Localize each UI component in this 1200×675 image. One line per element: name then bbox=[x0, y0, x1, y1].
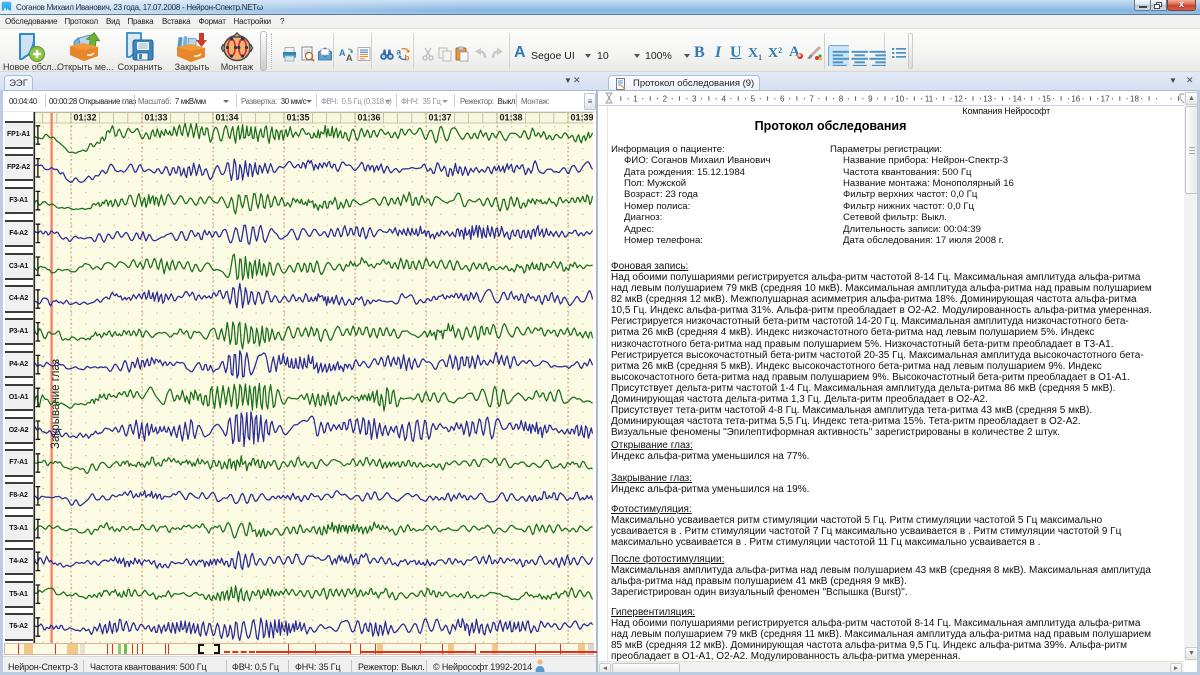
svg-text:11: 11 bbox=[925, 95, 934, 104]
svg-text:01:36: 01:36 bbox=[358, 113, 381, 123]
svg-text:16: 16 bbox=[1071, 95, 1080, 104]
svg-text:3: 3 bbox=[692, 95, 697, 104]
svg-text:18: 18 bbox=[1130, 95, 1139, 104]
svg-text:a: a bbox=[397, 48, 402, 57]
svg-text:01:39: 01:39 bbox=[571, 113, 594, 123]
svg-text:01:35: 01:35 bbox=[287, 113, 310, 123]
svg-text:b: b bbox=[405, 54, 410, 63]
svg-text:2: 2 bbox=[663, 95, 668, 104]
svg-text:01:33: 01:33 bbox=[145, 113, 168, 123]
svg-text:01:32: 01:32 bbox=[74, 113, 97, 123]
svg-text:01:34: 01:34 bbox=[216, 113, 239, 123]
svg-text:12: 12 bbox=[954, 95, 963, 104]
svg-text:7: 7 bbox=[809, 95, 814, 104]
svg-text:9: 9 bbox=[868, 95, 873, 104]
svg-text:5: 5 bbox=[751, 95, 756, 104]
svg-text:13: 13 bbox=[983, 95, 992, 104]
svg-text:1: 1 bbox=[633, 95, 638, 104]
svg-text:8: 8 bbox=[839, 95, 844, 104]
svg-text:17: 17 bbox=[1101, 95, 1110, 104]
svg-text:A: A bbox=[346, 53, 353, 62]
svg-text:4: 4 bbox=[721, 95, 726, 104]
svg-text:01:37: 01:37 bbox=[429, 113, 452, 123]
svg-text:A: A bbox=[339, 48, 346, 58]
svg-text:15: 15 bbox=[1042, 95, 1051, 104]
svg-text:10: 10 bbox=[895, 95, 904, 104]
svg-text:6: 6 bbox=[780, 95, 785, 104]
svg-text:14: 14 bbox=[1013, 95, 1022, 104]
svg-text:01:38: 01:38 bbox=[500, 113, 523, 123]
